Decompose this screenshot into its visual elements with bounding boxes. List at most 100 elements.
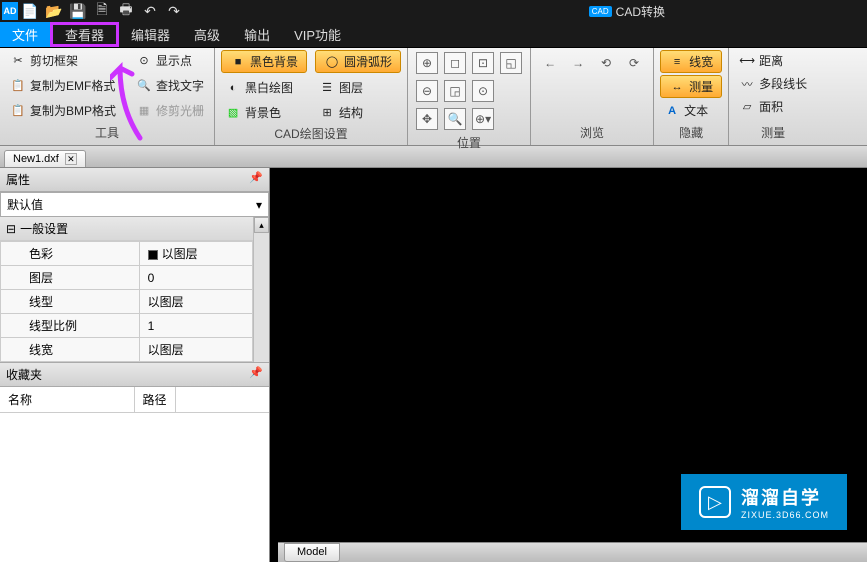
arc-icon: ◯: [324, 54, 340, 70]
props-selector[interactable]: 默认值 ▾: [0, 192, 269, 217]
new-icon[interactable]: 📄: [18, 2, 42, 20]
print-icon[interactable]: 🖶: [114, 2, 138, 20]
save-icon[interactable]: 💾: [66, 2, 90, 20]
zoom-dynamic-icon[interactable]: ⊕▾: [472, 108, 494, 130]
bg-icon: ■: [230, 54, 246, 70]
cad-badge: CAD: [589, 6, 612, 17]
bg-color-button[interactable]: ▧背景色: [221, 102, 307, 123]
layer-icon: ☰: [319, 80, 335, 96]
zoom-scale-icon[interactable]: ⊙: [472, 80, 494, 102]
props-section[interactable]: ⊟ 一般设置: [0, 217, 269, 241]
black-bg-button[interactable]: ■黑色背景: [221, 50, 307, 73]
zoom-realtime-icon[interactable]: 🔍: [444, 108, 466, 130]
menu-viewer[interactable]: 查看器: [50, 22, 119, 47]
ribbon-group-browse: ← → ⟲ ⟳ 浏览: [531, 48, 654, 145]
table-row[interactable]: 色彩以图层: [1, 242, 253, 266]
favorites-title: 收藏夹: [6, 366, 42, 383]
watermark-title: 溜溜自学: [741, 484, 829, 510]
bmp-icon: 📋: [10, 103, 26, 119]
menu-advanced[interactable]: 高级: [182, 22, 232, 47]
watermark-sub: ZIXUE.3D66.COM: [741, 510, 829, 520]
pin-icon[interactable]: 📌: [249, 171, 263, 188]
scrollbar[interactable]: ▴: [253, 217, 269, 362]
model-tab-bar: Model: [278, 542, 867, 562]
tab-name: New1.dxf: [13, 153, 59, 165]
watermark: ▷ 溜溜自学 ZIXUE.3D66.COM: [681, 474, 847, 530]
zoom-in-icon[interactable]: ⊕: [416, 52, 438, 74]
nav-right-icon[interactable]: →: [567, 52, 589, 74]
col-name[interactable]: 名称: [0, 387, 135, 412]
menu-vip[interactable]: VIP功能: [282, 22, 353, 47]
structure-button[interactable]: ⊞结构: [315, 102, 401, 123]
menu-file[interactable]: 文件: [0, 22, 50, 47]
cad-convert-label[interactable]: CAD转换: [616, 3, 665, 20]
col-path[interactable]: 路径: [135, 387, 176, 412]
distance-button[interactable]: ⟷距离: [735, 50, 811, 71]
search-icon: 🔍: [136, 78, 152, 94]
table-row[interactable]: 图层0: [1, 266, 253, 290]
trim-raster-button: ▦修剪光栅: [132, 100, 208, 121]
bw-draw-button[interactable]: ◐黑白绘图: [221, 77, 307, 98]
copy-bmp-button[interactable]: 📋复制为BMP格式: [6, 100, 120, 121]
show-point-button[interactable]: ⊙显示点: [132, 50, 208, 71]
menu-output[interactable]: 输出: [232, 22, 282, 47]
favorites-header: 收藏夹 📌: [0, 362, 269, 387]
pin-icon[interactable]: 📌: [249, 366, 263, 383]
ribbon-group-drawing: ■黑色背景 ◐黑白绘图 ▧背景色 ◯圆滑弧形 ☰图层 ⊞结构 CAD绘图设置: [215, 48, 408, 145]
play-icon: ▷: [699, 486, 731, 518]
linewidth-button[interactable]: ≡线宽: [660, 50, 722, 73]
document-tab[interactable]: New1.dxf ✕: [4, 150, 86, 167]
group-label-drawing: CAD绘图设置: [221, 123, 401, 144]
app-logo[interactable]: AD: [2, 2, 18, 20]
ribbon-group-position: ⊕ ◻ ⊡ ◱ ⊖ ◲ ⊙ ✥ 🔍 ⊕▾ 位置: [408, 48, 531, 145]
point-icon: ⊙: [136, 53, 152, 69]
save-as-icon[interactable]: 🗎: [90, 2, 114, 20]
scroll-up-icon[interactable]: ▴: [254, 217, 269, 233]
ribbon: ✂剪切框架 📋复制为EMF格式 📋复制为BMP格式 ⊙显示点 🔍查找文字 ▦修剪…: [0, 48, 867, 146]
area-button[interactable]: ▱面积: [735, 96, 811, 117]
zoom-extents-icon[interactable]: ◱: [500, 52, 522, 74]
table-row[interactable]: 线宽以图层: [1, 338, 253, 362]
text-button[interactable]: A文本: [660, 100, 722, 121]
nav-down-icon[interactable]: ⟳: [623, 52, 645, 74]
pan-icon[interactable]: ✥: [416, 108, 438, 130]
smooth-arc-button[interactable]: ◯圆滑弧形: [315, 50, 401, 73]
model-tab[interactable]: Model: [284, 543, 340, 562]
table-row[interactable]: 线型以图层: [1, 290, 253, 314]
open-icon[interactable]: 📂: [42, 2, 66, 20]
ribbon-group-hide: ≡线宽 ↔测量 A文本 隐藏: [654, 48, 729, 145]
close-tab-icon[interactable]: ✕: [65, 153, 77, 165]
measure-button[interactable]: ↔测量: [660, 75, 722, 98]
polyline-button[interactable]: 〰多段线长: [735, 73, 811, 94]
struct-icon: ⊞: [319, 105, 335, 121]
zoom-fit-icon[interactable]: ◻: [444, 52, 466, 74]
emf-icon: 📋: [10, 78, 26, 94]
ribbon-group-measure: ⟷距离 〰多段线长 ▱面积 测量: [729, 48, 817, 145]
favorites-body: [0, 413, 269, 562]
find-text-button[interactable]: 🔍查找文字: [132, 75, 208, 96]
props-header: 属性 📌: [0, 168, 269, 192]
trim-icon: ▦: [136, 103, 152, 119]
undo-icon[interactable]: ↶: [138, 2, 162, 20]
table-row[interactable]: 线型比例1: [1, 314, 253, 338]
nav-up-icon[interactable]: ⟲: [595, 52, 617, 74]
collapse-icon: ⊟: [6, 222, 16, 236]
redo-icon[interactable]: ↷: [162, 2, 186, 20]
zoom-out-icon[interactable]: ⊖: [416, 80, 438, 102]
nav-left-icon[interactable]: ←: [539, 52, 561, 74]
group-label-hide: 隐藏: [660, 122, 722, 143]
text-icon: A: [664, 103, 680, 119]
zoom-window-icon[interactable]: ⊡: [472, 52, 494, 74]
measure-icon: ↔: [669, 79, 685, 95]
copy-emf-button[interactable]: 📋复制为EMF格式: [6, 75, 120, 96]
favorites-columns: 名称 路径: [0, 387, 269, 413]
layer-button[interactable]: ☰图层: [315, 77, 401, 98]
cut-frame-button[interactable]: ✂剪切框架: [6, 50, 120, 71]
polyline-icon: 〰: [739, 76, 755, 92]
bw-icon: ◐: [225, 80, 241, 96]
zoom-prev-icon[interactable]: ◲: [444, 80, 466, 102]
chevron-down-icon: ▾: [256, 198, 262, 212]
group-label-browse: 浏览: [537, 122, 647, 143]
menu-editor[interactable]: 编辑器: [119, 22, 182, 47]
color-swatch: [148, 250, 158, 260]
